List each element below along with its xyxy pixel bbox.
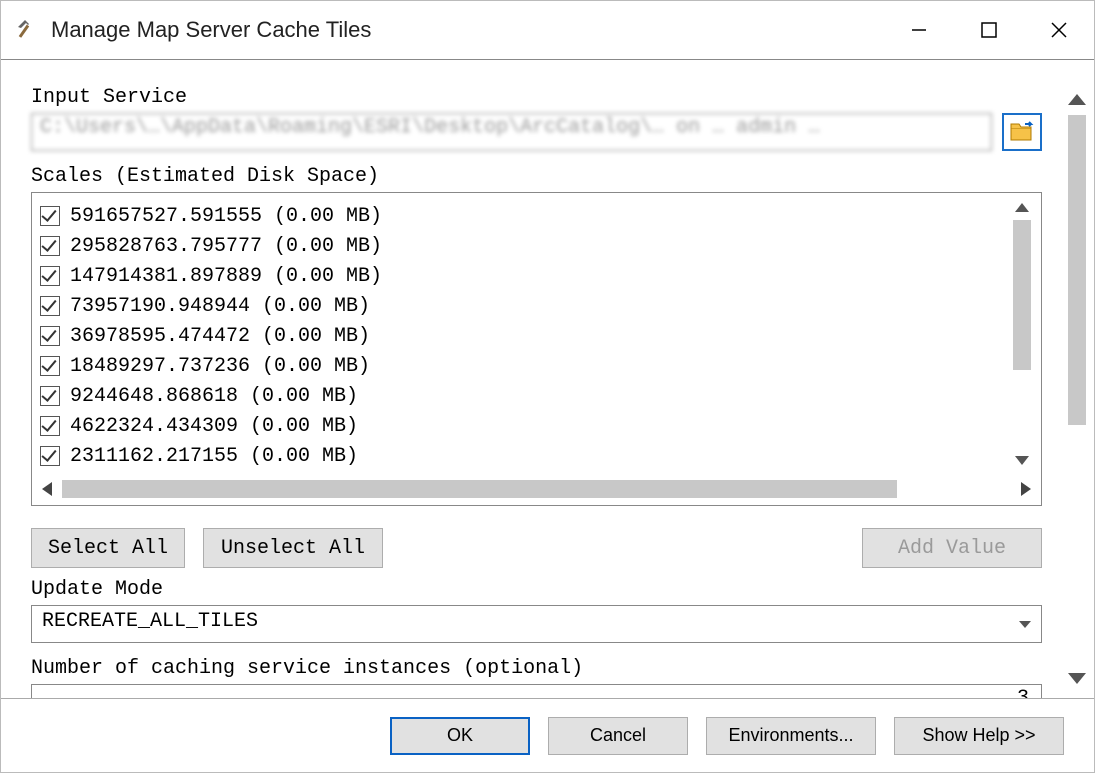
scale-row[interactable]: 9244648.868618 (0.00 MB) xyxy=(40,381,1003,411)
h-scroll-thumb[interactable] xyxy=(62,480,897,498)
select-all-button[interactable]: Select All xyxy=(31,528,185,568)
scale-checkbox[interactable] xyxy=(40,446,60,466)
chevron-down-icon[interactable] xyxy=(1009,606,1041,642)
hammer-icon xyxy=(13,16,41,44)
scroll-thumb[interactable] xyxy=(1068,115,1086,425)
action-bar: OK Cancel Environments... Show Help >> xyxy=(1,698,1094,772)
scale-checkbox[interactable] xyxy=(40,386,60,406)
update-mode-label: Update Mode xyxy=(31,578,1042,601)
dialog-vertical-scrollbar[interactable] xyxy=(1060,60,1094,698)
update-mode-value: RECREATE_ALL_TILES xyxy=(32,606,1009,642)
scroll-thumb[interactable] xyxy=(1013,220,1031,370)
scale-text: 147914381.897889 (0.00 MB) xyxy=(70,265,382,288)
scale-text: 18489297.737236 (0.00 MB) xyxy=(70,355,370,378)
scale-row[interactable]: 2311162.217155 (0.00 MB) xyxy=(40,441,1003,471)
scales-label: Scales (Estimated Disk Space) xyxy=(31,165,1042,188)
scales-horizontal-scrollbar[interactable] xyxy=(36,473,1037,505)
window-controls xyxy=(884,1,1094,59)
scroll-down-icon[interactable] xyxy=(1068,673,1086,684)
minimize-button[interactable] xyxy=(884,1,954,59)
scale-checkbox[interactable] xyxy=(40,236,60,256)
scale-checkbox[interactable] xyxy=(40,206,60,226)
scroll-down-icon[interactable] xyxy=(1015,456,1029,465)
scale-row[interactable]: 18489297.737236 (0.00 MB) xyxy=(40,351,1003,381)
instances-label: Number of caching service instances (opt… xyxy=(31,657,1042,680)
scroll-up-icon[interactable] xyxy=(1068,94,1086,105)
add-value-button: Add Value xyxy=(862,528,1042,568)
scale-text: 295828763.795777 (0.00 MB) xyxy=(70,235,382,258)
cancel-button[interactable]: Cancel xyxy=(548,717,688,755)
maximize-button[interactable] xyxy=(954,1,1024,59)
scale-checkbox[interactable] xyxy=(40,356,60,376)
scale-row[interactable]: 591657527.591555 (0.00 MB) xyxy=(40,201,1003,231)
show-help-button[interactable]: Show Help >> xyxy=(894,717,1064,755)
content-pane: Input Service C:\Users\…\AppData\Roaming… xyxy=(1,60,1060,698)
scale-text: 9244648.868618 (0.00 MB) xyxy=(70,385,358,408)
scale-row[interactable]: 73957190.948944 (0.00 MB) xyxy=(40,291,1003,321)
scroll-left-icon[interactable] xyxy=(42,482,52,496)
scale-checkbox[interactable] xyxy=(40,326,60,346)
titlebar: Manage Map Server Cache Tiles xyxy=(1,1,1094,59)
environments-button[interactable]: Environments... xyxy=(706,717,876,755)
scale-text: 591657527.591555 (0.00 MB) xyxy=(70,205,382,228)
update-mode-combo[interactable]: RECREATE_ALL_TILES xyxy=(31,605,1042,643)
input-service-field[interactable]: C:\Users\…\AppData\Roaming\ESRI\Desktop\… xyxy=(31,113,992,151)
scale-row[interactable]: 36978595.474472 (0.00 MB) xyxy=(40,321,1003,351)
scale-row[interactable]: 295828763.795777 (0.00 MB) xyxy=(40,231,1003,261)
scale-checkbox[interactable] xyxy=(40,266,60,286)
scale-text: 4622324.434309 (0.00 MB) xyxy=(70,415,358,438)
scale-text: 2311162.217155 (0.00 MB) xyxy=(70,445,358,468)
browse-button[interactable] xyxy=(1002,113,1042,151)
scales-listbox[interactable]: 591657527.591555 (0.00 MB) 295828763.7957… xyxy=(31,192,1042,506)
instances-field[interactable]: 3 xyxy=(31,684,1042,698)
ok-button[interactable]: OK xyxy=(390,717,530,755)
scroll-up-icon[interactable] xyxy=(1015,203,1029,212)
scroll-right-icon[interactable] xyxy=(1021,482,1031,496)
scale-checkbox[interactable] xyxy=(40,296,60,316)
dialog-body: Input Service C:\Users\…\AppData\Roaming… xyxy=(1,59,1094,698)
window-title: Manage Map Server Cache Tiles xyxy=(51,17,884,43)
scale-checkbox[interactable] xyxy=(40,416,60,436)
unselect-all-button[interactable]: Unselect All xyxy=(203,528,383,568)
scale-text: 73957190.948944 (0.00 MB) xyxy=(70,295,370,318)
scale-text: 36978595.474472 (0.00 MB) xyxy=(70,325,370,348)
scale-row[interactable]: 147914381.897889 (0.00 MB) xyxy=(40,261,1003,291)
close-button[interactable] xyxy=(1024,1,1094,59)
scales-vertical-scrollbar[interactable] xyxy=(1007,197,1037,471)
input-service-label: Input Service xyxy=(31,86,1042,109)
scale-row[interactable]: 4622324.434309 (0.00 MB) xyxy=(40,411,1003,441)
